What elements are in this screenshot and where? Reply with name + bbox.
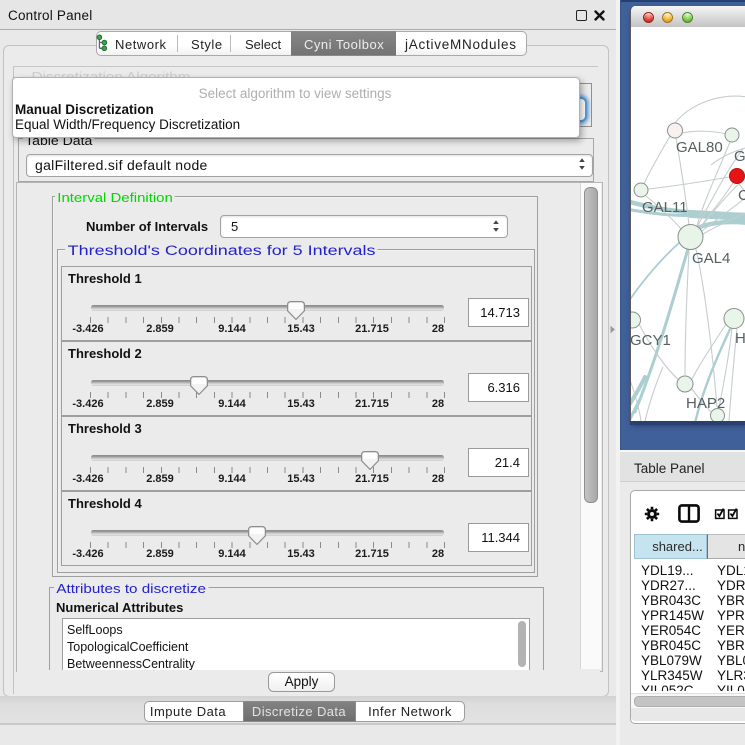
svg-text:GAL11: GAL11 xyxy=(642,199,688,216)
svg-text:G.: G. xyxy=(734,148,745,165)
svg-text:C: C xyxy=(738,187,745,204)
svg-text:GAL4: GAL4 xyxy=(692,250,730,267)
svg-text:GAL80: GAL80 xyxy=(676,139,723,156)
svg-text:HAP2: HAP2 xyxy=(686,395,725,412)
svg-text:GCY1: GCY1 xyxy=(631,332,671,349)
svg-text:H: H xyxy=(735,330,745,347)
